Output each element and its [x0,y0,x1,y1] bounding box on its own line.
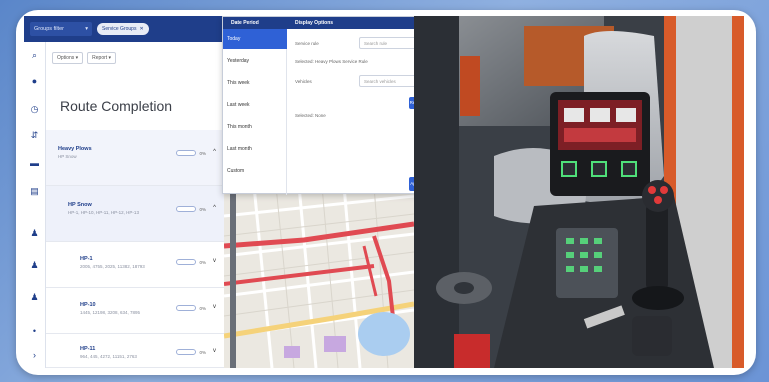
map-canvas [224,186,414,368]
period-list: Today Yesterday This week Last week This… [223,29,287,195]
options-button[interactable]: Options ▾ [52,52,84,64]
row-percent: 0% [199,207,206,212]
row-sub: 2005, 4755, 2025, 11382, 18793 [80,264,145,269]
group-select[interactable]: Groups filter ▾ [30,22,92,36]
row-sub: HP Snow [58,154,77,159]
route-icon[interactable]: ⇵ [29,130,40,141]
list-item[interactable]: HP Snow HP-1, HP-10, HP-11, HP-12, HP-13… [46,186,224,242]
chevron-down-icon[interactable]: v [213,348,216,354]
service-rule-label: Service rule [295,41,319,46]
chip-label: Service Groups [102,26,137,32]
chevron-up-icon[interactable]: ^ [213,149,216,155]
row-percent: 0% [199,151,206,156]
row-percent: 0% [199,306,206,311]
period-today[interactable]: Today [223,29,287,49]
report-button[interactable]: Report ▾ [87,52,117,64]
truck-icon[interactable]: ▬ [29,158,40,169]
person-icon[interactable]: ♟ [29,292,40,303]
row-name: HP-11 [80,346,96,352]
person-icon[interactable]: ♟ [29,260,40,271]
service-groups-chip[interactable]: Service Groups ✕ [97,23,149,35]
options-bar: Options ▾ Report ▾ [52,52,117,64]
progress-bar [176,349,196,355]
row-sub: 1445, 12198, 3208, 634, 7895 [80,310,141,315]
list-item[interactable]: Heavy Plows HP Snow 0% ^ [46,130,224,186]
progress-bar [176,206,196,212]
screenshot-collage: Groups filter ▾ Service Groups ✕ ⌕ ● ◷ ⇵… [24,16,744,368]
display-options-heading: Display Options [295,20,334,26]
group-select-label: Groups filter [34,26,64,32]
period-custom[interactable]: Custom [223,161,287,181]
route-map[interactable] [224,186,414,368]
progress-bar [176,259,196,265]
close-icon[interactable]: ✕ [139,26,143,32]
cab-photo-drawing [414,16,744,368]
date-period-heading: Date Period [231,20,259,26]
list-item[interactable]: HP-1 2005, 4755, 2025, 11382, 18793 0% v [46,242,224,288]
row-name: HP-10 [80,302,96,308]
period-this-month[interactable]: This month [223,117,287,137]
route-app: Groups filter ▾ Service Groups ✕ ⌕ ● ◷ ⇵… [24,16,224,368]
period-yesterday[interactable]: Yesterday [223,51,287,71]
slide-frame: Groups filter ▾ Service Groups ✕ ⌕ ● ◷ ⇵… [16,10,756,375]
row-percent: 0% [199,350,206,355]
row-name: HP Snow [68,202,92,208]
chevron-down-icon[interactable]: v [213,304,216,310]
side-rail: ⌕ ● ◷ ⇵ ▬ ▤ ♟ ♟ ♟ • › [24,42,46,368]
period-last-month[interactable]: Last month [223,139,287,159]
row-name: Heavy Plows [58,146,92,152]
row-percent: 0% [199,260,206,265]
search-icon[interactable]: ⌕ [29,50,40,61]
chart-icon[interactable]: ▤ [29,186,40,197]
selected-rule-text: Selected: Heavy Plows Service Rule [295,59,368,64]
selected-none-text: Selected: None [295,113,326,118]
progress-bar [176,150,196,156]
period-this-week[interactable]: This week [223,73,287,93]
progress-bar [176,305,196,311]
clock-icon[interactable]: ◷ [29,104,40,115]
chevron-right-icon[interactable]: › [29,350,40,361]
cab-photo [414,16,744,368]
chevron-down-icon[interactable]: v [213,258,216,264]
row-sub: 964, 445, 4272, 11151, 2763 [80,354,137,359]
vehicles-label: Vehicles [295,79,312,84]
row-name: HP-1 [80,256,93,262]
row-sub: HP-1, HP-10, HP-11, HP-12, HP-13 [68,210,139,215]
period-last-week[interactable]: Last week [223,95,287,115]
page-title: Route Completion [60,98,173,114]
report-label: Report [92,55,108,61]
date-options-panel: Date Period Display Options Today Yester… [222,16,445,195]
chevron-down-icon: ▾ [85,26,88,32]
panel-header: Date Period Display Options [223,17,445,29]
list-item[interactable]: HP-11 964, 445, 4272, 11151, 2763 0% v [46,334,224,368]
chevron-up-icon[interactable]: ^ [213,205,216,211]
person-icon[interactable]: ♟ [29,228,40,239]
route-completion-panel: Options ▾ Report ▾ Route Completion Heav… [46,42,224,368]
options-label: Options [57,55,75,61]
dot-icon[interactable]: • [29,326,40,337]
list-item[interactable]: HP-10 1445, 12198, 3208, 634, 7895 0% v [46,288,224,334]
location-icon[interactable]: ● [29,76,40,87]
app-topbar: Groups filter ▾ Service Groups ✕ [24,16,224,42]
